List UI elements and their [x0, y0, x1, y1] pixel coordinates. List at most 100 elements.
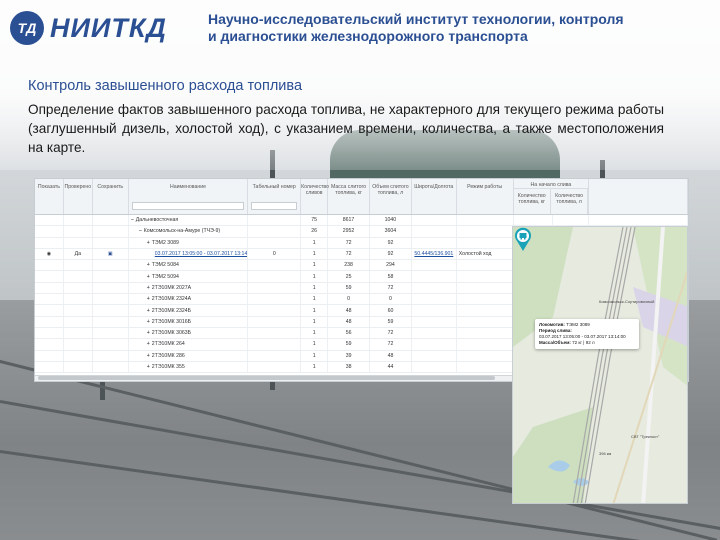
coords-link[interactable]: 50.4445/136.901 [414, 251, 453, 257]
expand-icon[interactable]: + [147, 296, 150, 302]
col-coords[interactable]: Широта/Долгота [412, 179, 457, 214]
drain-count-value: 1 [312, 330, 316, 337]
drain-count-value: 1 [312, 239, 316, 246]
col-fuel-volume[interactable]: Объем слитого топлива, л [370, 179, 412, 214]
drain-count-value: 1 [312, 251, 316, 258]
fuel-volume-value: 59 [387, 318, 394, 325]
col-name[interactable]: Наименование [129, 179, 249, 214]
tree-node-label: 2ТЭ10МК 2027А [151, 284, 192, 291]
table-row[interactable]: − Дальневосточная 75 8617 1040 [35, 215, 688, 227]
fuel-mass-value: 48 [345, 307, 352, 314]
fuel-volume-value: 0 [389, 296, 392, 303]
tree-node-label: Дальневосточная [135, 217, 179, 224]
tree-node-label: 2ТЭ10МК 2324А [151, 296, 192, 303]
popup-loco: ТЭМ2 3089 [566, 322, 590, 327]
drain-count-value: 1 [312, 341, 316, 348]
show-on-map-icon[interactable]: ◉ [47, 251, 52, 257]
expand-icon[interactable]: + [147, 240, 150, 246]
tree-node-label: 2ТЭ10МК 2324Б [151, 307, 192, 314]
drain-count-value: 1 [312, 296, 316, 303]
collapse-icon[interactable]: − [131, 217, 134, 223]
col-checked[interactable]: Проверено [64, 179, 93, 214]
drain-count-value: 1 [312, 262, 316, 269]
popup-loco-label: Локомотив: [539, 322, 565, 327]
tree-node-label: 2ТЭ10МК 264 [151, 341, 185, 348]
col-extra [589, 179, 688, 214]
checked-value[interactable]: Да [75, 251, 81, 257]
tab-number-filter-input[interactable] [251, 202, 298, 210]
map-station-label: Комсомольск-Сортировочный [599, 299, 655, 304]
popup-period-label: Период слива: [539, 328, 572, 333]
company-logo: ТД НИИТКД [10, 8, 180, 48]
col-group-count[interactable]: Количество топлива, кг [513, 188, 551, 214]
tree-node-label: Комсомольск-на-Амуре (ТЧЭ-9) [143, 228, 221, 235]
expand-icon[interactable]: + [147, 319, 150, 325]
fuel-volume-value: 294 [386, 262, 395, 269]
drain-count-value: 1 [312, 364, 316, 370]
popup-mass-label: Масса/Объем: [539, 340, 571, 345]
fuel-mass-value: 72 [345, 251, 352, 258]
fuel-mass-value: 56 [345, 330, 352, 337]
col-fuel-mass[interactable]: Масса слитого топлива, кг [328, 179, 370, 214]
fuel-mass-value: 0 [347, 296, 351, 303]
expand-icon[interactable]: + [147, 285, 150, 291]
map-view[interactable]: Комсомольск-Сортировочный СВТ "Трекпост"… [512, 226, 688, 504]
save-icon[interactable]: ▣ [108, 251, 113, 257]
tree-node-label: 2ТЭ10МК 3063Б [151, 330, 192, 337]
fuel-mass-value: 59 [345, 284, 352, 291]
fuel-volume-value: 72 [387, 330, 394, 337]
tree-node-label: ТЭМ2 5084 [151, 262, 179, 269]
tree-node-label: 2ТЭ10МК 286 [151, 352, 185, 359]
collapse-icon[interactable]: − [139, 228, 142, 234]
col-tab-number[interactable]: Табельный номер [248, 179, 302, 214]
fuel-mass-value: 48 [345, 318, 352, 325]
fuel-mass-value: 39 [345, 352, 352, 359]
tree-node-label: 2ТЭ10МК 355 [151, 364, 185, 370]
col-drain-count[interactable]: Количество сливов [301, 179, 329, 214]
drain-count-value: 75 [311, 217, 318, 224]
expand-icon[interactable]: + [147, 341, 150, 347]
locomotive-marker-icon[interactable] [513, 227, 533, 251]
expand-icon[interactable]: + [147, 353, 150, 359]
fuel-volume-value: 44 [387, 364, 394, 370]
col-save[interactable]: Сохранить [93, 179, 129, 214]
drain-count-value: 1 [312, 284, 316, 291]
logo-text: НИИТКД [50, 12, 167, 43]
drain-count-value: 26 [311, 228, 318, 235]
tree-node-label: 2ТЭ10МК 3016Б [151, 318, 192, 325]
col-mode[interactable]: Режим работы [457, 179, 514, 214]
fuel-volume-value: 48 [387, 352, 394, 359]
drain-period-link[interactable]: 03.07.2017 13:05:00 - 03.07.2017 13:14:0… [155, 251, 248, 257]
map-label-east: СВТ "Трекпост" [631, 434, 660, 439]
description: Определение фактов завышенного расхода т… [28, 102, 664, 155]
fuel-volume-value: 72 [387, 284, 394, 291]
map-popup: Локомотив: ТЭМ2 3089 Период слива: 03.07… [535, 319, 639, 349]
col-show[interactable]: Показать [35, 179, 64, 214]
map-label-km: 396 км [599, 451, 612, 456]
expand-icon[interactable]: + [147, 364, 150, 370]
expand-icon[interactable]: + [147, 262, 150, 268]
drain-count-value: 1 [312, 352, 316, 359]
drain-count-value: 1 [312, 318, 316, 325]
fuel-volume-value: 60 [387, 307, 394, 314]
expand-icon[interactable]: + [147, 274, 150, 280]
col-tab-number-label: Табельный номер [252, 184, 296, 190]
fuel-mass-value: 59 [345, 341, 352, 348]
fuel-mass-value: 238 [344, 262, 353, 269]
fuel-mass-value: 72 [345, 239, 352, 246]
fuel-mass-value: 2952 [342, 228, 355, 235]
col-name-label: Наименование [170, 184, 206, 190]
col-group-mass[interactable]: Количество топлива, л [550, 188, 589, 214]
expand-icon[interactable]: + [147, 330, 150, 336]
tab-number-value: 0 [272, 251, 276, 258]
expand-icon[interactable]: + [147, 308, 150, 314]
name-filter-input[interactable] [131, 202, 245, 210]
section-title: Контроль завышенного расхода топлива [28, 78, 303, 94]
fuel-volume-value: 92 [387, 251, 394, 258]
table-header: Показать Проверено Сохранить Наименовани… [35, 179, 688, 215]
fuel-volume-value: 1040 [384, 217, 397, 224]
tree-node-label: ТЭМ2 5094 [151, 273, 179, 280]
tree-node-label: ТЭМ2 3089 [151, 239, 179, 246]
fuel-mass-value: 25 [345, 273, 352, 280]
mode-value: Холостой ход [458, 251, 492, 258]
